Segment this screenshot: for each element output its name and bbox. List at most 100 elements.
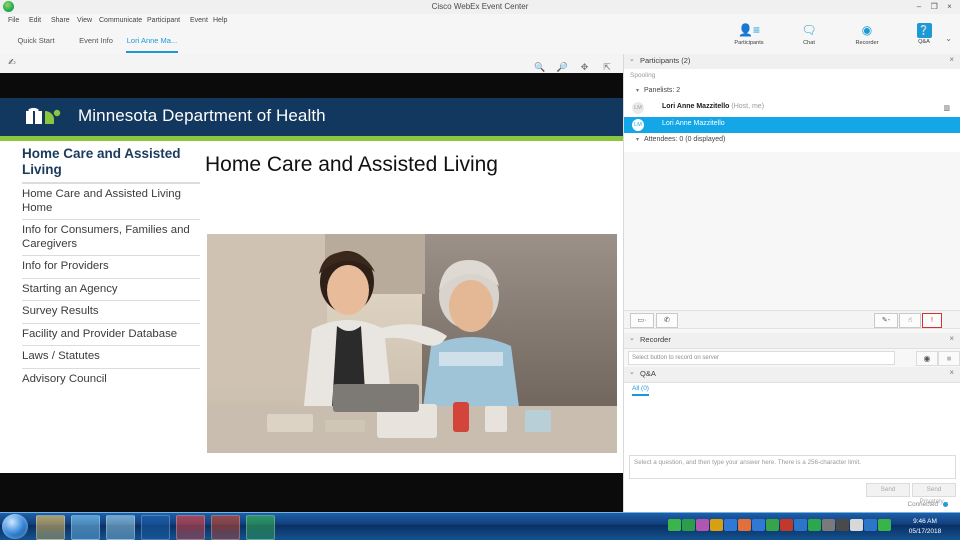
tray-icon-5[interactable] (738, 519, 751, 531)
slide-nav-item[interactable]: Home Care and Assisted Living Home (22, 183, 200, 219)
menu-item-file[interactable]: File (8, 14, 19, 28)
participants-button[interactable]: 👤≡ Participants (725, 22, 773, 46)
qa-answer-placeholder: Select a question, and then type your an… (634, 459, 862, 466)
slide-nav-item[interactable]: Info for Providers (22, 255, 200, 278)
clock-date: 05/17/2018 (908, 527, 942, 535)
close-icon[interactable]: × (949, 368, 954, 377)
participants-label: Participants (734, 40, 764, 46)
attendees-group[interactable]: ▾ Attendees: 0 (0 displayed) (636, 136, 725, 143)
full-screen-icon[interactable]: ⇱ (598, 62, 616, 73)
start-button[interactable] (2, 514, 28, 539)
slide-nav-item[interactable]: Facility and Provider Database (22, 322, 200, 346)
minimize-button[interactable]: – (913, 0, 926, 14)
triangle-icon[interactable]: ▾ (636, 87, 644, 94)
chevron-down-icon[interactable]: ⌄ (629, 368, 635, 376)
recorder-button[interactable]: ◉ Recorder (843, 22, 891, 46)
chevron-down-icon[interactable]: ⌄ (629, 55, 635, 63)
taskbar-clock[interactable]: 9:46 AM 05/17/2018 (896, 517, 954, 536)
slide-nav-item[interactable]: Laws / Statutes (22, 345, 200, 368)
close-icon[interactable]: × (949, 334, 954, 343)
window-title: Cisco WebEx Event Center (431, 2, 529, 11)
zoom-in-icon[interactable]: 🔍 (531, 62, 549, 73)
alert-icon[interactable]: ! (922, 313, 942, 328)
tray-icon-10[interactable] (808, 519, 821, 531)
slide-nav-item[interactable]: Info for Consumers, Families and Caregiv… (22, 219, 200, 255)
chat-label: Chat (803, 40, 815, 46)
tray-icon-15[interactable] (878, 519, 891, 531)
menu-item-share[interactable]: Share (51, 14, 70, 28)
tray-icon-12[interactable] (836, 519, 849, 531)
menu-item-communicate[interactable]: Communicate (99, 14, 142, 28)
tray-icon-4[interactable] (724, 519, 737, 531)
outlook-icon[interactable] (141, 515, 170, 540)
tray-icon-2[interactable] (696, 519, 709, 531)
windows-explorer-icon[interactable] (36, 515, 65, 540)
mdh-banner-text: Minnesota Department of Health (78, 106, 326, 125)
close-icon[interactable]: × (949, 55, 954, 64)
fit-page-icon[interactable]: ✥ (576, 62, 594, 73)
tray-icon-8[interactable] (780, 519, 793, 531)
audio-control-bar: ▭· ✆ ✎- ☝! (624, 310, 960, 329)
windows-taskbar: 9:46 AM 05/17/2018 (0, 512, 960, 540)
stop-recording-button[interactable]: ■ (938, 351, 960, 366)
chevron-down-icon[interactable]: ⌄ (629, 334, 635, 342)
slide-photo (207, 234, 617, 453)
qa-answer-input[interactable]: Select a question, and then type your an… (629, 455, 956, 479)
chat-button[interactable]: 🗨 Chat (785, 22, 833, 46)
qa-button[interactable]: ❔ Q&A (900, 22, 948, 45)
tray-icon-1[interactable] (682, 519, 695, 531)
webex-icon[interactable] (246, 515, 275, 540)
raise-hand-icon[interactable]: ☝ (899, 313, 921, 328)
tab-quick-start[interactable]: Quick Start (8, 34, 64, 48)
phone-icon[interactable]: ✆ (656, 313, 678, 328)
menu-item-event[interactable]: Event (190, 14, 208, 28)
slide-nav-item[interactable]: Starting an Agency (22, 277, 200, 301)
tray-icon-14[interactable] (864, 519, 877, 531)
panelists-group[interactable]: ▾ Panelists: 2 (636, 87, 680, 94)
chat-icon: 🗨 (801, 23, 817, 37)
chrome-icon[interactable] (176, 515, 205, 540)
right-panel-stack: ⌄ Participants (2) × Spooling ▾ Panelists… (623, 54, 960, 513)
tray-icon-11[interactable] (822, 519, 835, 531)
maximize-button[interactable]: ❐ (928, 0, 941, 14)
slide-nav-item[interactable]: Advisory Council (22, 367, 200, 391)
triangle-icon[interactable]: ▾ (636, 136, 644, 143)
recorder-panel-header[interactable]: ⌄ Recorder × (624, 333, 960, 349)
tray-icon-13[interactable] (850, 519, 863, 531)
presentation-toolbar: ✍ 🔍 🔎 ✥ ⇱ (0, 54, 624, 74)
send-privately-button[interactable]: Send Privately... (912, 483, 956, 505)
pointer-icon[interactable]: ✍ (8, 57, 16, 68)
menu-item-participant[interactable]: Participant (147, 14, 180, 28)
tab-event-info[interactable]: Event Info (70, 34, 122, 48)
close-button[interactable]: × (943, 0, 956, 14)
tab-lori-anne-ma[interactable]: Lori Anne Ma... (124, 34, 180, 53)
attendees-group-label: Attendees: 0 (0 displayed) (644, 136, 726, 143)
table-row[interactable]: LM Lori Anne Mazzitello (Host, me) ▥ (624, 100, 960, 116)
slide-canvas: Minnesota Department of Health Home Care… (0, 98, 624, 528)
connection-status-dot (943, 502, 948, 507)
menu-item-view[interactable]: View (77, 14, 92, 28)
recorder-icon: ◉ (861, 23, 873, 37)
send-button[interactable]: Send (866, 483, 910, 497)
participants-panel-header[interactable]: ⌄ Participants (2) × (624, 54, 960, 70)
mute-icon[interactable]: ✎- (874, 313, 898, 328)
qa-panel-header[interactable]: ⌄ Q&A × (624, 367, 960, 383)
tray-icon-7[interactable] (766, 519, 779, 531)
slide-nav-item[interactable]: Survey Results (22, 300, 200, 323)
tray-icon-6[interactable] (752, 519, 765, 531)
video-icon[interactable]: ▭· (630, 313, 654, 328)
media-icon[interactable] (106, 515, 135, 540)
internet-explorer-icon[interactable] (71, 515, 100, 540)
record-button[interactable]: ◉ (916, 351, 938, 366)
powerpoint-icon[interactable] (211, 515, 240, 540)
participants-icon: 👤≡ (738, 23, 760, 37)
zoom-out-icon[interactable]: 🔎 (553, 62, 571, 73)
table-row[interactable]: LM Lori Anne Mazzitello (624, 117, 960, 133)
tray-icon-9[interactable] (794, 519, 807, 531)
system-tray (668, 519, 892, 534)
qa-tab-all[interactable]: All (0) (632, 385, 649, 396)
menu-item-edit[interactable]: Edit (29, 14, 41, 28)
tray-icon-0[interactable] (668, 519, 681, 531)
menu-item-help[interactable]: Help (213, 14, 227, 28)
tray-icon-3[interactable] (710, 519, 723, 531)
